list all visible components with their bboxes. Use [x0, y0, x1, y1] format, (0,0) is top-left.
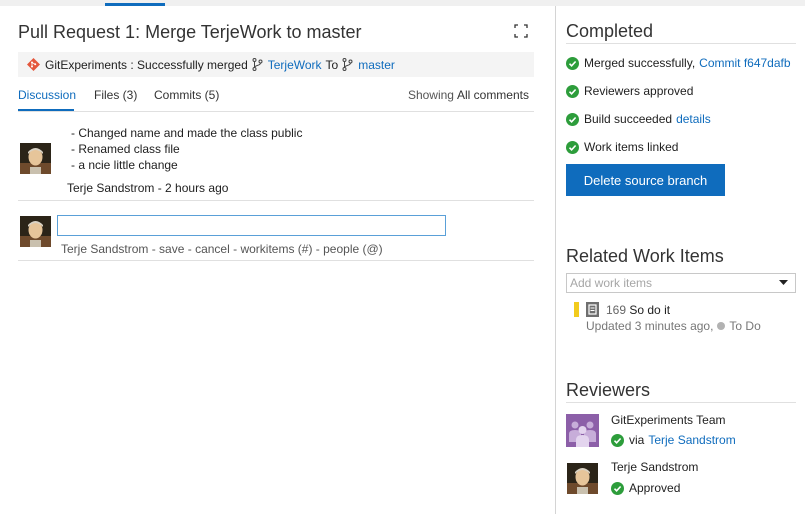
avatar: [567, 463, 598, 494]
filter-label: Showing: [407, 88, 454, 102]
work-item: 169 So do it: [606, 303, 670, 317]
check-circle-icon: [566, 112, 579, 126]
approved-label: Approved: [629, 481, 681, 495]
status-work-items: Work items linked: [566, 140, 678, 154]
commit-link[interactable]: Commit f647dafb: [699, 56, 790, 70]
status-text: Work items linked: [584, 140, 679, 154]
delete-source-branch-button[interactable]: Delete source branch: [566, 164, 725, 196]
reply-author: Terje Sandstrom: [61, 242, 149, 256]
pull-request-sidebar: Completed Merged successfully, Commit f6…: [557, 6, 805, 514]
comment-body: - Changed name and made the class public…: [71, 125, 302, 173]
people-mention-button[interactable]: people (@): [323, 242, 383, 256]
tab-files[interactable]: Files (3): [94, 88, 137, 102]
divider: [566, 43, 796, 44]
reviewers-title: Reviewers: [566, 380, 651, 400]
filter-value: All comments: [456, 88, 529, 102]
check-circle-icon: [566, 84, 579, 98]
work-item-id: 169: [606, 303, 627, 317]
reviewer-name: GitExperiments Team: [611, 413, 726, 427]
comment-filter[interactable]: Showing All comments: [408, 88, 529, 102]
work-item-state: To Do: [729, 319, 761, 333]
divider: [18, 260, 534, 261]
to-label: To: [325, 57, 339, 72]
comment-line: - Changed name and made the class public: [71, 126, 303, 140]
target-branch-link[interactable]: master: [358, 58, 395, 72]
pull-request-main: Pull Request 1: Merge TerjeWork to maste…: [0, 6, 556, 514]
via-reviewer-link[interactable]: Terje Sandstrom: [648, 433, 735, 447]
product-backlog-item-icon: [586, 302, 599, 317]
work-item-title-link[interactable]: So do it: [629, 303, 670, 317]
branch-icon: [342, 58, 353, 71]
reviewer-status: Approved: [611, 481, 680, 495]
divider: [18, 200, 534, 201]
team-icon: [566, 414, 599, 447]
cancel-button[interactable]: cancel: [195, 242, 230, 256]
state-dot-icon: [717, 322, 726, 330]
separator: -: [148, 242, 160, 256]
comment-line: - Renamed class file: [71, 142, 180, 156]
merge-status-banner: GitExperiments : Successfully merged Ter…: [18, 52, 534, 77]
fullscreen-icon[interactable]: [514, 24, 528, 38]
check-circle-icon: [566, 140, 579, 154]
work-item-meta: Updated 3 minutes ago, To Do: [586, 319, 761, 333]
related-work-items-title: Related Work Items: [566, 246, 724, 266]
add-work-items-input[interactable]: [566, 273, 796, 293]
git-icon: [27, 58, 40, 71]
tab-commits[interactable]: Commits (5): [154, 88, 219, 102]
comment-line: - a ncie little change: [71, 158, 178, 172]
reviewer-name: Terje Sandstrom: [611, 460, 699, 474]
status-text: Reviewers approved: [584, 84, 694, 98]
comment-author-time: Terje Sandstrom - 2 hours ago: [67, 181, 229, 195]
merge-status-text: GitExperiments : Successfully merged: [45, 57, 248, 72]
status-merged: Merged successfully, Commit f647dafb: [566, 56, 791, 70]
via-label: via: [629, 433, 645, 447]
status-build: Build succeeded details: [566, 112, 711, 126]
avatar: [20, 143, 51, 174]
reviewer-via: via Terje Sandstrom: [611, 433, 736, 447]
build-details-link[interactable]: details: [676, 112, 711, 126]
branch-icon: [252, 58, 263, 71]
workitems-mention-button[interactable]: workitems (#): [240, 242, 312, 256]
tab-discussion[interactable]: Discussion: [18, 88, 76, 102]
save-button[interactable]: save: [159, 242, 184, 256]
check-circle-icon: [611, 481, 624, 495]
source-branch-link[interactable]: TerjeWork: [268, 58, 322, 72]
page-title: Pull Request 1: Merge TerjeWork to maste…: [18, 22, 362, 42]
reply-actions: Terje Sandstrom - save - cancel - workit…: [61, 242, 383, 256]
chevron-down-icon[interactable]: [779, 280, 788, 286]
avatar: [20, 216, 51, 247]
completed-title: Completed: [566, 21, 654, 41]
separator: -: [184, 242, 196, 256]
separator: -: [312, 242, 324, 256]
pr-tabs: Discussion Files (3) Commits (5) Showing…: [18, 88, 534, 112]
separator: -: [229, 242, 241, 256]
check-circle-icon: [611, 433, 624, 447]
work-item-updated: Updated 3 minutes ago,: [586, 319, 714, 333]
status-reviewers: Reviewers approved: [566, 84, 693, 98]
reply-input[interactable]: [57, 215, 446, 236]
work-item-type-bar: [574, 302, 579, 317]
check-circle-icon: [566, 56, 579, 70]
active-tab-indicator: [18, 109, 74, 111]
divider: [566, 402, 796, 403]
status-text: Merged successfully,: [584, 56, 696, 70]
status-text: Build succeeded: [584, 112, 673, 126]
